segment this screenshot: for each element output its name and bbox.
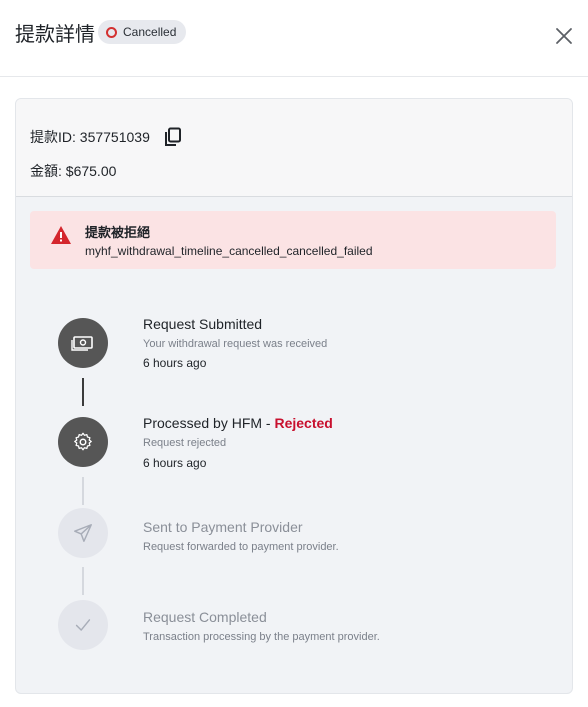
- money-icon: [58, 318, 108, 368]
- rejected-label: Rejected: [274, 415, 333, 431]
- status-badge-label: Cancelled: [123, 25, 177, 39]
- check-icon: [58, 600, 108, 650]
- withdrawal-summary: 提款ID: 357751039 金額: $675.00: [16, 99, 572, 197]
- timeline-connector: [82, 567, 84, 595]
- step-title: Sent to Payment Provider: [143, 519, 303, 535]
- withdrawal-amount: 金額: $675.00: [30, 163, 117, 179]
- copy-icon[interactable]: [164, 127, 182, 147]
- send-icon: [58, 508, 108, 558]
- step-description: Your withdrawal request was received: [143, 338, 328, 350]
- step-description: Request forwarded to payment provider.: [143, 541, 339, 553]
- step-description: Transaction processing by the payment pr…: [143, 631, 380, 643]
- alert-message: myhf_withdrawal_timeline_cancelled_cance…: [85, 244, 373, 258]
- step-time: 6 hours ago: [143, 356, 207, 370]
- modal-header: 提款詳情 Cancelled: [0, 0, 588, 77]
- withdrawal-id: 提款ID: 357751039: [30, 129, 150, 145]
- close-icon[interactable]: [552, 24, 576, 48]
- step-title: Request Completed: [143, 609, 267, 625]
- warning-icon: [50, 225, 72, 245]
- withdrawal-id-row: 提款ID: 357751039: [30, 127, 182, 147]
- timeline-connector: [82, 477, 84, 505]
- step-time: 6 hours ago: [143, 456, 207, 470]
- page-title: 提款詳情: [15, 24, 95, 46]
- step-description: Request rejected: [143, 437, 227, 449]
- gear-icon: [58, 417, 108, 467]
- alert-title: 提款被拒絕: [85, 225, 151, 240]
- step-title: Processed by HFM - Rejected: [143, 415, 333, 431]
- timeline-connector: [82, 378, 84, 406]
- status-ring-icon: [106, 26, 117, 38]
- withdrawal-card: 提款ID: 357751039 金額: $675.00 提款被拒絕 myhf_w…: [15, 98, 573, 694]
- step-title: Request Submitted: [143, 316, 263, 332]
- rejection-alert: 提款被拒絕 myhf_withdrawal_timeline_cancelled…: [30, 211, 556, 269]
- status-badge: Cancelled: [98, 20, 187, 44]
